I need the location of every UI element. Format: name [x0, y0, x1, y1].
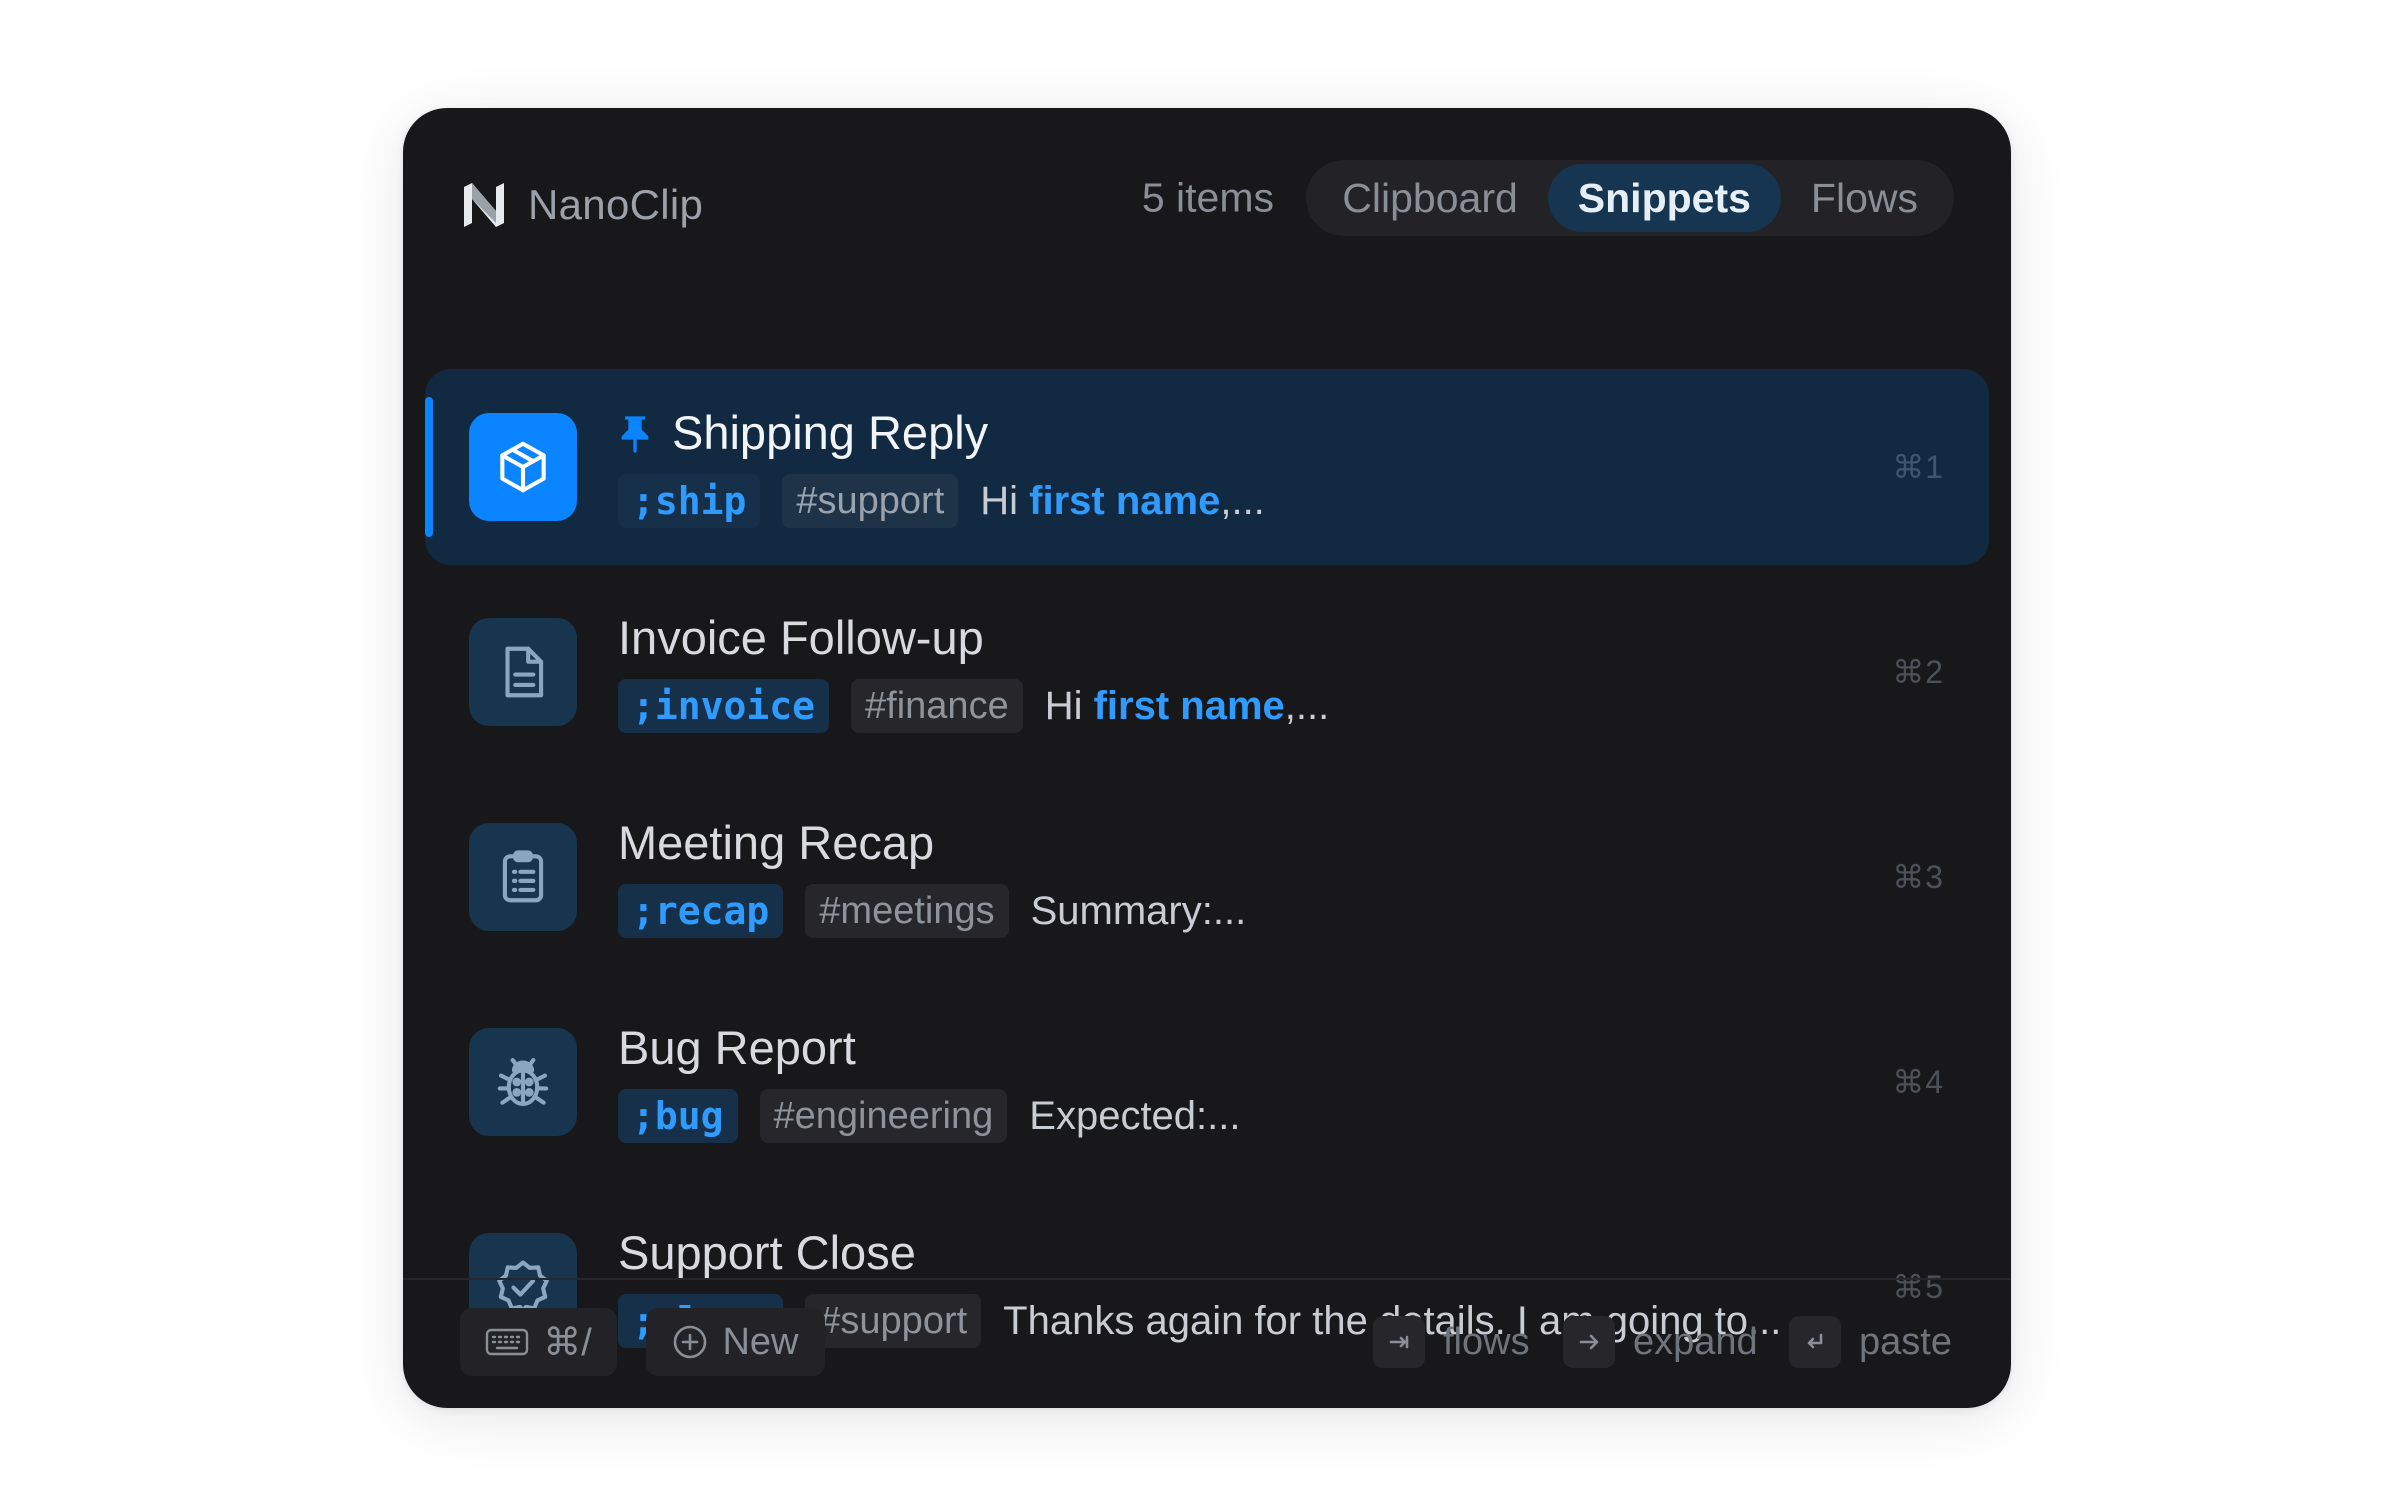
snippet-title: Bug Report — [618, 1021, 856, 1074]
trigger-badge: ;recap — [618, 884, 784, 938]
snippet-row-shipping-reply[interactable]: Shipping Reply ;ship #support Hi first n… — [425, 369, 1989, 565]
return-key-icon — [1789, 1316, 1841, 1368]
brand: NanoClip — [458, 170, 703, 240]
document-icon — [469, 618, 577, 726]
app-name: NanoClip — [528, 181, 704, 228]
new-snippet-button[interactable]: New — [646, 1308, 825, 1376]
snippet-meta: ;bug #engineering Expected:... — [618, 1088, 1241, 1144]
keyboard-shortcuts-button[interactable]: ⌘/ — [460, 1308, 617, 1376]
snippet-meta: ;ship #support Hi first name,... — [618, 473, 1265, 529]
snippet-preview: Expected:... — [1029, 1093, 1241, 1138]
hint-expand: expand — [1563, 1308, 1758, 1376]
shortcut-hint: ⌘4 — [1892, 1064, 1944, 1100]
item-count: 5 items — [1141, 174, 1274, 221]
variable-placeholder: first name — [1029, 478, 1221, 523]
tag-badge: #finance — [851, 679, 1023, 733]
trigger-badge: ;invoice — [618, 679, 830, 733]
clipboard-list-icon — [469, 823, 577, 931]
view-tabs: Clipboard Snippets Flows — [1306, 160, 1954, 236]
arrow-right-icon — [1563, 1316, 1615, 1368]
footer-bar: ⌘/ New flows expand paste — [403, 1278, 2011, 1408]
trigger-badge: ;bug — [618, 1089, 738, 1143]
hint-flows: flows — [1373, 1308, 1530, 1376]
snippet-title: Support Close — [618, 1226, 916, 1279]
keyboard-shortcut-label: ⌘/ — [543, 1321, 592, 1364]
variable-placeholder: first name — [1093, 683, 1285, 728]
tag-badge: #support — [782, 474, 959, 528]
plus-circle-icon — [674, 1325, 707, 1359]
shortcut-hint: ⌘2 — [1892, 654, 1944, 690]
snippet-preview: Summary:... — [1030, 888, 1247, 933]
header: NanoClip 5 items Clipboard Snippets Flow… — [403, 108, 2011, 288]
trigger-badge: ;ship — [618, 474, 761, 528]
snippet-title: Shipping Reply — [618, 405, 988, 460]
pin-icon — [621, 415, 649, 453]
tag-badge: #meetings — [805, 884, 1009, 938]
snippet-preview: Hi first name,... — [980, 478, 1265, 523]
snippet-preview: Hi first name,... — [1044, 683, 1330, 728]
tab-snippets[interactable]: Snippets — [1547, 164, 1781, 232]
snippet-row-bug-report[interactable]: Bug Report ;bug #engineering Expected:..… — [425, 984, 1989, 1180]
shortcut-hint: ⌘3 — [1892, 859, 1944, 895]
snippet-row-invoice-follow-up[interactable]: Invoice Follow-up ;invoice #finance Hi f… — [425, 574, 1989, 770]
snippet-title: Invoice Follow-up — [618, 611, 984, 664]
shortcut-hint: ⌘1 — [1892, 449, 1944, 485]
new-label: New — [722, 1320, 799, 1363]
snippet-row-meeting-recap[interactable]: Meeting Recap ;recap #meetings Summary:.… — [425, 779, 1989, 975]
tab-flows[interactable]: Flows — [1781, 164, 1948, 232]
snippet-title: Meeting Recap — [618, 816, 935, 869]
snippet-meta: ;recap #meetings Summary:... — [618, 883, 1246, 939]
package-box-icon — [469, 413, 577, 521]
selection-accent — [425, 397, 433, 537]
snippet-meta: ;invoice #finance Hi first name,... — [618, 678, 1329, 734]
nanoclip-logo-icon — [464, 183, 504, 227]
tab-clipboard[interactable]: Clipboard — [1312, 164, 1548, 232]
bug-icon — [469, 1028, 577, 1136]
nanoclip-window: NanoClip 5 items Clipboard Snippets Flow… — [403, 108, 2011, 1408]
tag-badge: #engineering — [759, 1089, 1008, 1143]
keyboard-icon — [486, 1328, 529, 1356]
tab-key-icon — [1373, 1316, 1425, 1368]
hint-paste: paste — [1789, 1308, 1952, 1376]
